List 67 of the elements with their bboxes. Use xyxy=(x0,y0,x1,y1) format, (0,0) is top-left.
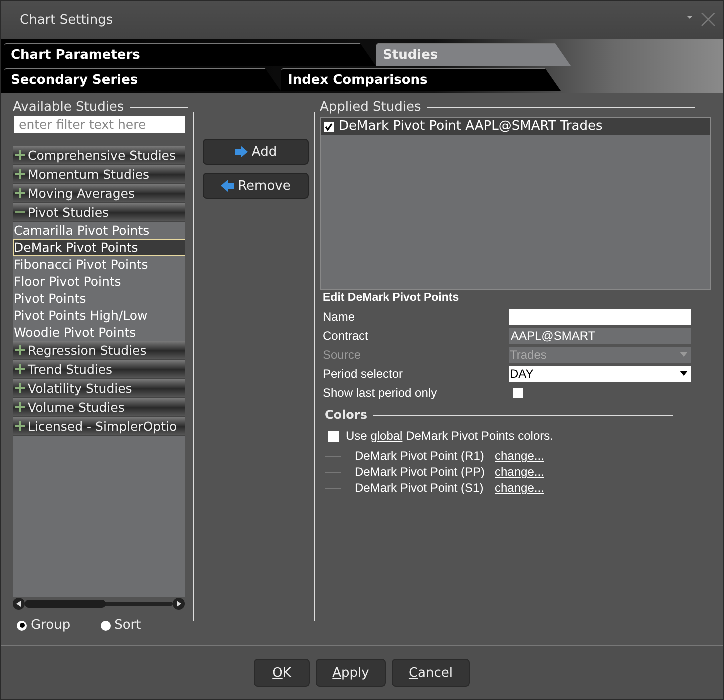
plus-icon[interactable] xyxy=(15,402,25,412)
tree-item[interactable]: Woodie Pivot Points xyxy=(13,324,185,341)
section-title: Applied Studies xyxy=(320,100,422,114)
tree-group[interactable]: Licensed - SimplerOptio xyxy=(13,417,185,436)
tree-group[interactable]: Volatility Studies xyxy=(13,379,185,398)
tree-item[interactable]: Camarilla Pivot Points xyxy=(13,222,185,239)
tab[interactable]: Index Comparisons xyxy=(281,68,561,91)
checkbox[interactable] xyxy=(328,430,339,442)
name-field[interactable] xyxy=(509,308,691,324)
radio-option[interactable]: Group xyxy=(17,618,71,633)
list-item[interactable]: DeMark Pivot Point AAPL@SMART Trades xyxy=(321,118,710,135)
tab[interactable]: Secondary Series xyxy=(4,68,281,91)
line-label: DeMark Pivot Point (R1) xyxy=(355,449,486,463)
checkbox-label: Use global DeMark Pivot Points colors. xyxy=(346,429,554,443)
plus-icon[interactable] xyxy=(15,383,25,393)
change-link[interactable]: change... xyxy=(495,465,544,479)
remove-button[interactable]: Remove xyxy=(203,173,309,199)
radio-option[interactable]: Sort xyxy=(100,618,142,633)
tree-item[interactable]: Floor Pivot Points xyxy=(13,273,185,290)
global-link[interactable]: global xyxy=(370,429,403,443)
tree-group[interactable]: Momentum Studies xyxy=(13,165,185,184)
field-label: Contract xyxy=(323,328,370,342)
contract-field: AAPL@SMART xyxy=(509,328,691,344)
line-label: DeMark Pivot Point (PP) xyxy=(355,465,486,479)
dialog-button[interactable]: OK xyxy=(254,659,310,687)
caret-icon xyxy=(680,352,688,357)
left-arrow-icon xyxy=(221,180,234,192)
plus-icon[interactable] xyxy=(15,150,25,160)
field-label: Name xyxy=(323,310,356,324)
tree-item[interactable]: DeMark Pivot Points xyxy=(13,239,185,256)
plus-icon[interactable] xyxy=(15,421,25,431)
scroll-right-icon[interactable] xyxy=(173,598,185,610)
field-label: Period selector xyxy=(323,366,404,380)
right-arrow-icon xyxy=(234,146,248,158)
plus-icon[interactable] xyxy=(15,188,25,198)
plus-icon[interactable] xyxy=(15,169,25,179)
change-link[interactable]: change... xyxy=(495,449,544,463)
tree-item[interactable]: Pivot Points xyxy=(13,290,185,307)
tab[interactable]: Chart Parameters xyxy=(4,43,376,66)
tree-item[interactable]: Fibonacci Pivot Points xyxy=(13,256,185,273)
caret-icon xyxy=(680,371,688,376)
plus-icon[interactable] xyxy=(15,345,25,355)
tree-group[interactable]: Trend Studies xyxy=(13,360,185,379)
scrollbar-thumb[interactable] xyxy=(25,600,106,608)
dialog-button[interactable]: Apply xyxy=(316,659,386,687)
filter-field[interactable]: enter filter text here xyxy=(14,116,185,133)
dialog-button[interactable]: Cancel xyxy=(392,659,470,687)
tree-group[interactable]: Pivot Studies xyxy=(13,203,185,222)
section-title: Edit DeMark Pivot Points xyxy=(322,292,460,306)
tree-group[interactable]: Regression Studies xyxy=(13,341,185,360)
tree-group[interactable]: Volume Studies xyxy=(13,398,185,417)
dropdown[interactable]: DAY xyxy=(509,366,691,382)
tree-group[interactable]: Comprehensive Studies xyxy=(13,146,185,165)
plus-icon[interactable] xyxy=(15,364,25,374)
line-label: DeMark Pivot Point (S1) xyxy=(355,481,485,495)
add-button[interactable]: Add xyxy=(203,139,309,165)
window-title: Chart Settings xyxy=(20,12,114,28)
tree-item[interactable]: Pivot Points High/Low xyxy=(13,307,185,324)
checkbox[interactable] xyxy=(513,388,523,398)
field-label: Show last period only xyxy=(323,386,438,400)
scroll-left-icon[interactable] xyxy=(13,598,25,610)
section-title: Colors xyxy=(325,408,368,422)
section-title: Available Studies xyxy=(13,100,124,114)
checkbox[interactable] xyxy=(324,122,334,132)
field-label: Source xyxy=(323,348,362,362)
change-link[interactable]: change... xyxy=(495,481,544,495)
tree-group[interactable]: Moving Averages xyxy=(13,184,185,203)
